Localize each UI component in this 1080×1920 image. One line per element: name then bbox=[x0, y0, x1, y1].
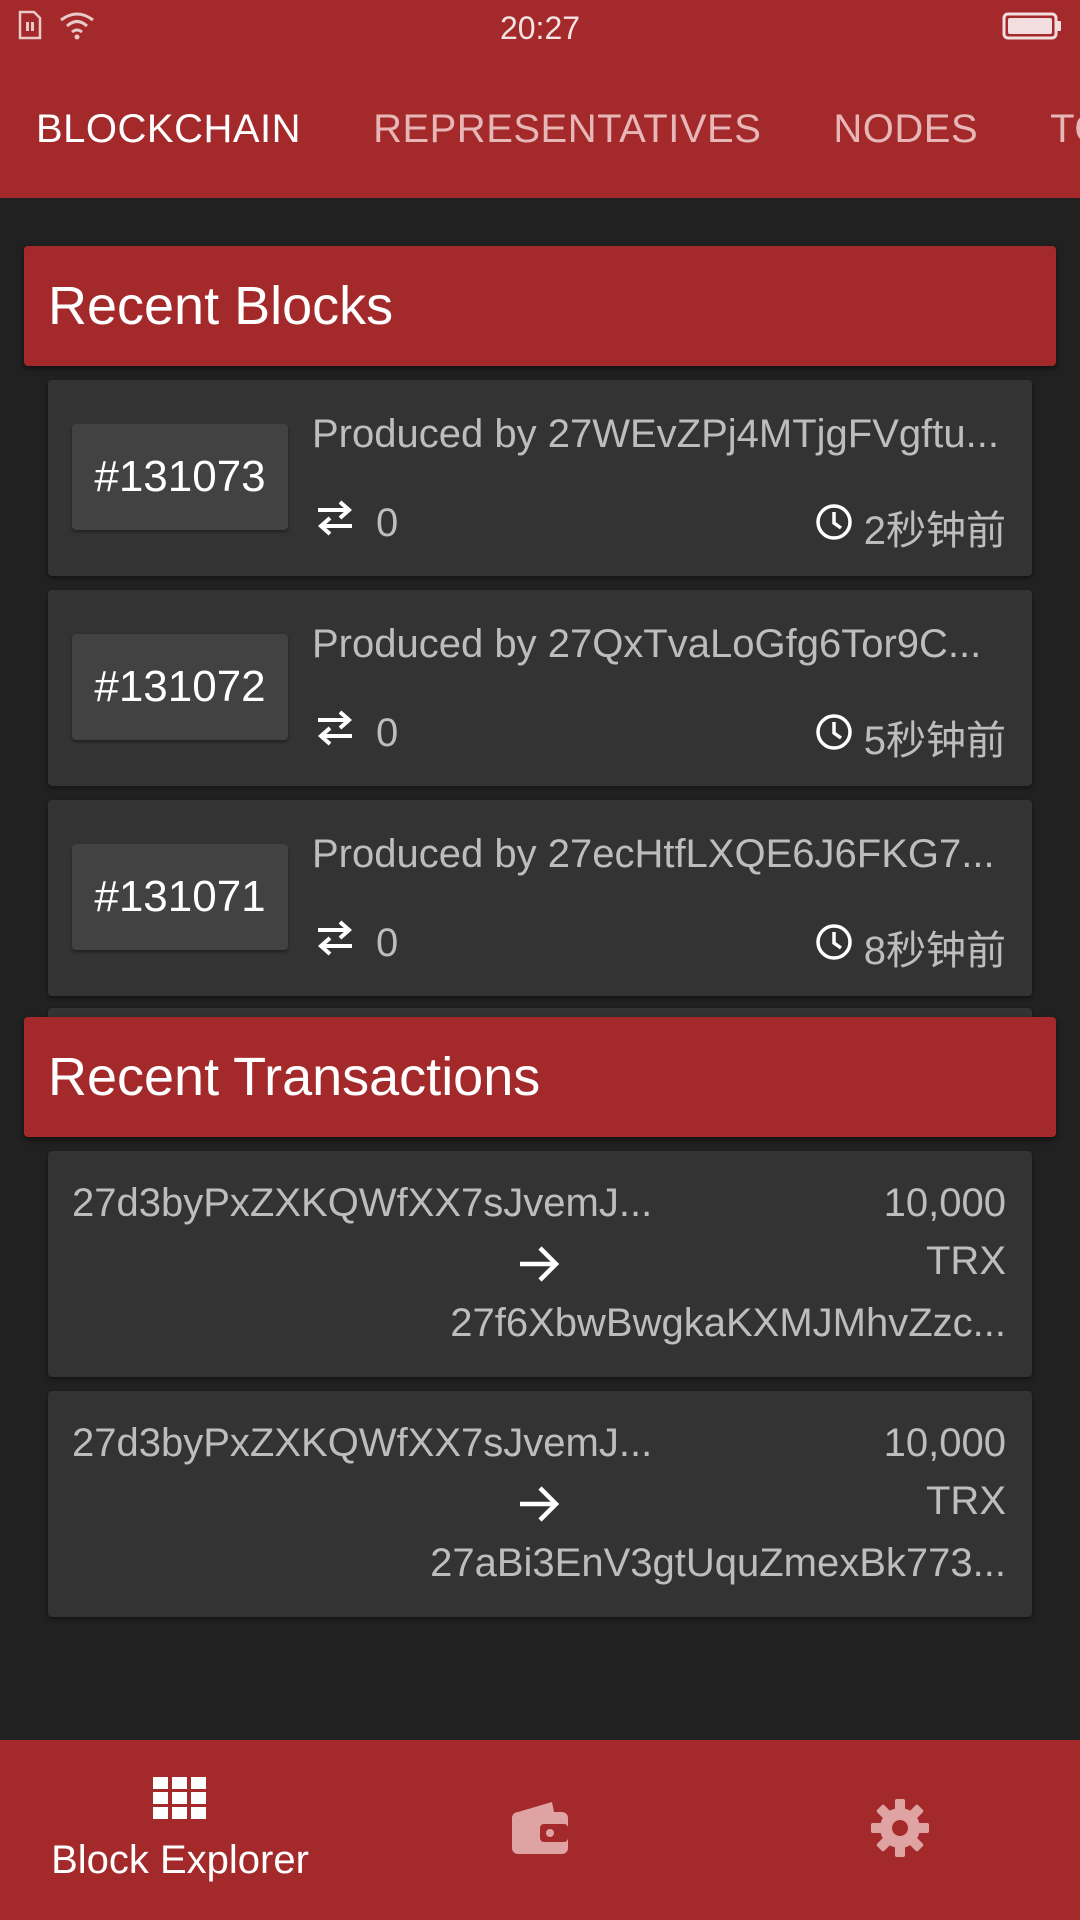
tx-to-address: 27aBi3EnV3gtUquZmexBk773... bbox=[430, 1541, 1006, 1585]
block-time-ago: 5秒钟前 bbox=[863, 719, 1006, 763]
block-number: #131071 bbox=[72, 844, 288, 950]
bottom-navigation: Block Explorer bbox=[0, 1740, 1080, 1920]
nav-block-explorer[interactable]: Block Explorer bbox=[0, 1740, 360, 1920]
tab-bar: BLOCKCHAIN REPRESENTATIVES NODES TOK bbox=[0, 60, 1080, 198]
nav-block-explorer-label: Block Explorer bbox=[51, 1838, 309, 1882]
status-bar: 20:27 bbox=[0, 0, 1080, 60]
block-card[interactable]: #131073 Produced by 27WEvZPj4MTjgFVgftu.… bbox=[48, 380, 1032, 576]
nav-settings[interactable] bbox=[720, 1740, 1080, 1920]
block-producer: Produced by 27ecHtfLXQE6J6FKG7... bbox=[312, 832, 995, 876]
block-producer: Produced by 27QxTvaLoGfg6Tor9C... bbox=[312, 622, 982, 666]
transaction-card[interactable]: 27d3byPxZXKQWfXX7sJvemJ... 10,000 TRX 27… bbox=[48, 1151, 1032, 1377]
grid-icon bbox=[153, 1777, 207, 1824]
block-time: 5秒钟前 bbox=[814, 708, 1006, 766]
block-time: 8秒钟前 bbox=[814, 918, 1006, 976]
tx-amount: 10,000 bbox=[883, 1181, 1006, 1225]
clock-icon bbox=[814, 922, 854, 972]
tx-from-address: 27d3byPxZXKQWfXX7sJvemJ... bbox=[72, 1181, 653, 1225]
nav-wallet[interactable] bbox=[360, 1740, 720, 1920]
arrow-right-icon bbox=[516, 1243, 562, 1290]
block-transactions: 0 bbox=[312, 498, 398, 548]
block-time: 2秒钟前 bbox=[814, 498, 1006, 556]
clock-icon bbox=[814, 712, 854, 762]
block-time-ago: 2秒钟前 bbox=[863, 509, 1006, 553]
recent-blocks-title: Recent Blocks bbox=[48, 276, 394, 336]
transfer-icon bbox=[312, 498, 358, 548]
transfer-icon bbox=[312, 708, 358, 758]
block-transactions: 0 bbox=[312, 708, 398, 758]
block-tx-count: 0 bbox=[376, 920, 399, 965]
block-tx-count: 0 bbox=[376, 710, 399, 755]
block-time-ago: 8秒钟前 bbox=[863, 929, 1006, 973]
tx-unit: TRX bbox=[926, 1239, 1006, 1283]
block-card[interactable]: #131072 Produced by 27QxTvaLoGfg6Tor9C..… bbox=[48, 590, 1032, 786]
recent-transactions-header: Recent Transactions bbox=[24, 1017, 1056, 1137]
transaction-card[interactable]: 27d3byPxZXKQWfXX7sJvemJ... 10,000 TRX 27… bbox=[48, 1391, 1032, 1617]
wallet-icon bbox=[510, 1798, 570, 1863]
tab-nodes[interactable]: NODES bbox=[797, 107, 1014, 152]
tx-unit: TRX bbox=[926, 1479, 1006, 1523]
block-producer: Produced by 27WEvZPj4MTjgFVgftu... bbox=[312, 412, 999, 456]
recent-transactions-title: Recent Transactions bbox=[48, 1047, 541, 1107]
battery-icon bbox=[1002, 12, 1062, 45]
tab-blockchain[interactable]: BLOCKCHAIN bbox=[0, 107, 337, 152]
clock-icon bbox=[814, 502, 854, 552]
tx-to-address: 27f6XbwBwgkaKXMJMhvZzc... bbox=[450, 1301, 1006, 1345]
gear-icon bbox=[869, 1797, 931, 1864]
block-transactions: 0 bbox=[312, 918, 398, 968]
block-card[interactable]: #131071 Produced by 27ecHtfLXQE6J6FKG7..… bbox=[48, 800, 1032, 996]
tx-from-address: 27d3byPxZXKQWfXX7sJvemJ... bbox=[72, 1421, 653, 1465]
recent-blocks-header: Recent Blocks bbox=[24, 246, 1056, 366]
tab-tokens[interactable]: TOK bbox=[1014, 107, 1080, 152]
tx-amount: 10,000 bbox=[883, 1421, 1006, 1465]
status-time: 20:27 bbox=[499, 10, 581, 46]
block-tx-count: 0 bbox=[376, 500, 399, 545]
transfer-icon bbox=[312, 918, 358, 968]
tab-representatives[interactable]: REPRESENTATIVES bbox=[337, 107, 797, 152]
block-number: #131072 bbox=[72, 634, 288, 740]
app-bar: 20:27 BLOCKCHAIN REPRESENTATIVES NODES T… bbox=[0, 0, 1080, 198]
block-number: #131073 bbox=[72, 424, 288, 530]
arrow-right-icon bbox=[516, 1483, 562, 1530]
